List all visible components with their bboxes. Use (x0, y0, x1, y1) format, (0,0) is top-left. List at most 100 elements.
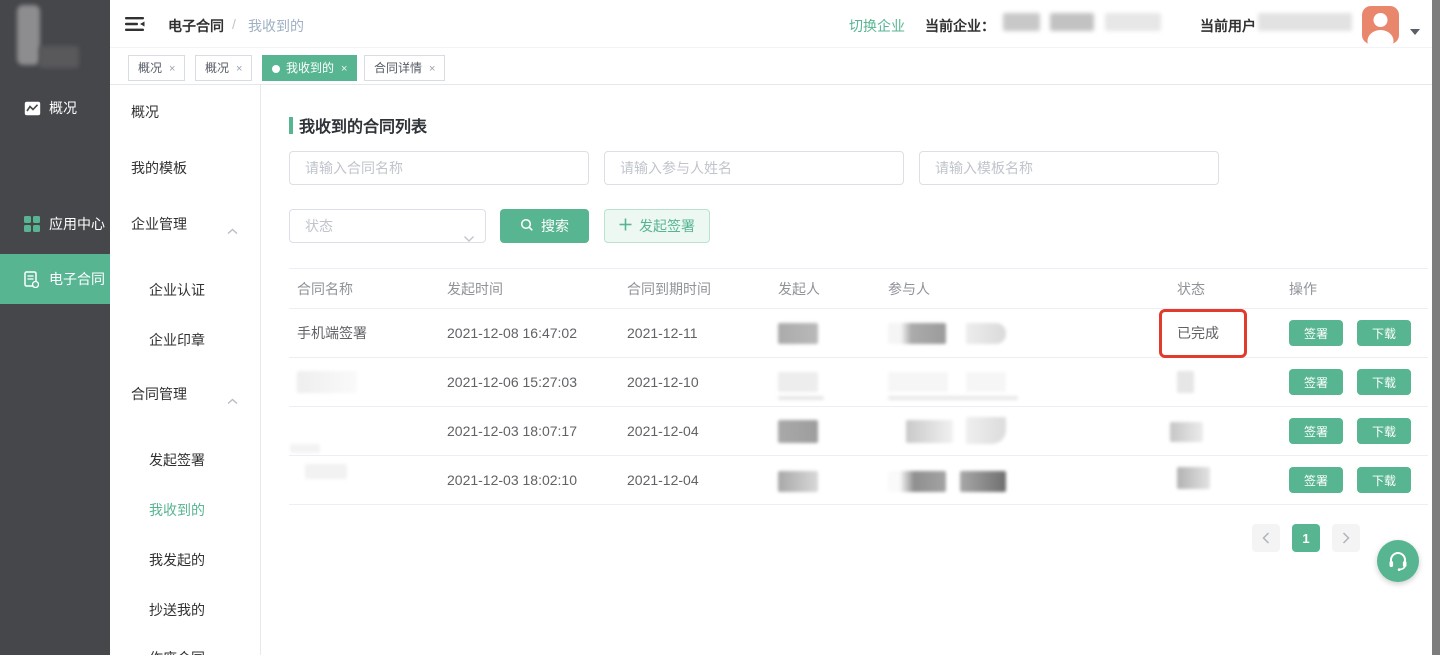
nav-label: 合同管理 (131, 386, 187, 402)
tab-received-active[interactable]: 我收到的 × (262, 55, 357, 81)
start-time: 2021-12-03 18:02:10 (447, 472, 577, 488)
sign-button[interactable]: 签署 (1289, 418, 1343, 444)
status-redacted (1170, 422, 1203, 442)
sign-button[interactable]: 签署 (1289, 369, 1343, 395)
participant-redacted (966, 417, 1006, 444)
initiate-sign-label: 发起签署 (639, 216, 695, 236)
breadcrumb-separator: / (232, 16, 236, 32)
sign-button[interactable]: 签署 (1289, 320, 1343, 346)
nav-label: 发起签署 (149, 452, 205, 468)
nav-item-initiate-sign[interactable]: 发起签署 (110, 450, 260, 470)
nav-item-initiated-by-me[interactable]: 我发起的 (110, 550, 260, 570)
nav-group-contract-management[interactable]: 合同管理 (110, 384, 260, 404)
sidebar-item-app-center[interactable]: 应用中心 (0, 202, 110, 246)
contract-name-input[interactable] (289, 151, 589, 185)
breadcrumb-root[interactable]: 电子合同 (168, 16, 224, 36)
nav-group-company-management[interactable]: 企业管理 (110, 214, 260, 234)
contract-name-redacted (297, 371, 357, 393)
close-icon[interactable]: × (169, 63, 175, 75)
customer-support-button[interactable] (1377, 540, 1419, 582)
tab-label: 合同详情 (374, 61, 422, 75)
pagination-next-button[interactable] (1332, 524, 1360, 552)
tab-label: 我收到的 (286, 61, 334, 75)
breadcrumb-current: 我收到的 (248, 16, 304, 36)
sidebar-item-label: 概况 (49, 98, 77, 118)
initiator-redacted (778, 372, 818, 392)
table-row: 2021-12-06 15:27:03 2021-12-10 签署 下载 (289, 358, 1428, 407)
search-button-label: 搜索 (541, 216, 569, 236)
page-title: 我收到的合同列表 (299, 113, 427, 137)
current-user-label: 当前用户 (1200, 16, 1256, 36)
logo-redacted (17, 5, 40, 65)
template-name-input[interactable] (919, 151, 1219, 185)
nav-item-company-verify[interactable]: 企业认证 (110, 280, 260, 300)
initiator-redacted (778, 471, 818, 492)
pagination-page-1[interactable]: 1 (1292, 524, 1320, 552)
participant-name-input[interactable] (604, 151, 904, 185)
tab-overview-2[interactable]: 概况× (195, 55, 252, 81)
nav-item-company-seal[interactable]: 企业印章 (110, 330, 260, 350)
sidebar-item-econtract[interactable]: 电子合同 (0, 254, 110, 304)
participant-redacted (966, 372, 1006, 392)
headset-icon (1386, 549, 1410, 573)
nav-label: 我的模板 (131, 160, 187, 176)
download-button[interactable]: 下载 (1357, 418, 1411, 444)
nav-label: 企业管理 (131, 216, 187, 232)
nav-label: 我收到的 (149, 502, 205, 518)
chart-icon (24, 100, 41, 117)
app-sidebar: 概况 应用中心 电子合同 (0, 0, 110, 655)
nav-item-cc-to-me[interactable]: 抄送我的 (110, 600, 260, 620)
initiator-redacted (778, 323, 818, 344)
user-name-redacted (1258, 13, 1352, 31)
expire-time: 2021-12-04 (627, 472, 699, 488)
company-name-redacted (1003, 13, 1040, 31)
sidebar-item-label: 电子合同 (49, 269, 105, 289)
user-avatar[interactable] (1362, 6, 1399, 44)
tab-contract-detail[interactable]: 合同详情 × (364, 55, 445, 81)
tab-overview-1[interactable]: 概况× (128, 55, 185, 81)
nav-item-voided-contracts[interactable]: 作废合同 (110, 648, 260, 655)
status-select-placeholder: 状态 (305, 218, 333, 234)
chevron-left-icon (1262, 532, 1270, 544)
nav-item-overview[interactable]: 概况 (110, 102, 260, 122)
status-select[interactable]: 状态 (289, 209, 486, 243)
download-button[interactable]: 下载 (1357, 369, 1411, 395)
table-row: 2021-12-03 18:02:10 2021-12-04 签署 下载 (289, 456, 1428, 505)
person-icon (1362, 6, 1399, 44)
close-icon[interactable]: × (341, 63, 347, 75)
search-button[interactable]: 搜索 (500, 209, 589, 243)
chevron-right-icon (1342, 532, 1350, 544)
col-header-start-time: 发起时间 (447, 279, 503, 299)
table-row: 2021-12-03 18:07:17 2021-12-04 签署 下载 (289, 407, 1428, 456)
start-time: 2021-12-08 16:47:02 (447, 325, 577, 341)
col-header-participants: 参与人 (888, 279, 930, 299)
chevron-up-icon (227, 220, 238, 240)
col-header-contract-name: 合同名称 (297, 279, 353, 299)
text-remnant-redacted (778, 396, 824, 400)
close-icon[interactable]: × (429, 63, 435, 75)
active-dot-icon (272, 65, 280, 73)
sidebar-item-overview[interactable]: 概况 (0, 86, 110, 130)
close-icon[interactable]: × (236, 63, 242, 75)
pagination-prev-button[interactable] (1252, 524, 1280, 552)
nav-label: 我发起的 (149, 552, 205, 568)
search-icon (520, 218, 534, 235)
switch-company-link[interactable]: 切换企业 (849, 16, 905, 36)
expire-time: 2021-12-11 (627, 325, 698, 341)
initiate-sign-button[interactable]: 发起签署 (604, 209, 710, 243)
nav-label: 作废合同 (149, 650, 205, 655)
sign-button[interactable]: 签署 (1289, 467, 1343, 493)
participant-redacted (906, 420, 953, 443)
download-button[interactable]: 下载 (1357, 467, 1411, 493)
company-name-redacted (1105, 13, 1161, 31)
vertical-scrollbar[interactable] (1432, 0, 1440, 655)
col-header-actions: 操作 (1289, 279, 1317, 299)
download-button[interactable]: 下载 (1357, 320, 1411, 346)
user-menu-caret-icon[interactable] (1410, 29, 1420, 35)
nav-label: 企业认证 (149, 282, 205, 298)
nav-item-received[interactable]: 我收到的 (110, 500, 260, 520)
current-company-label: 当前企业： (925, 16, 995, 36)
collapse-menu-icon[interactable] (125, 16, 145, 37)
nav-item-my-templates[interactable]: 我的模板 (110, 158, 260, 178)
col-header-status: 状态 (1177, 279, 1205, 299)
